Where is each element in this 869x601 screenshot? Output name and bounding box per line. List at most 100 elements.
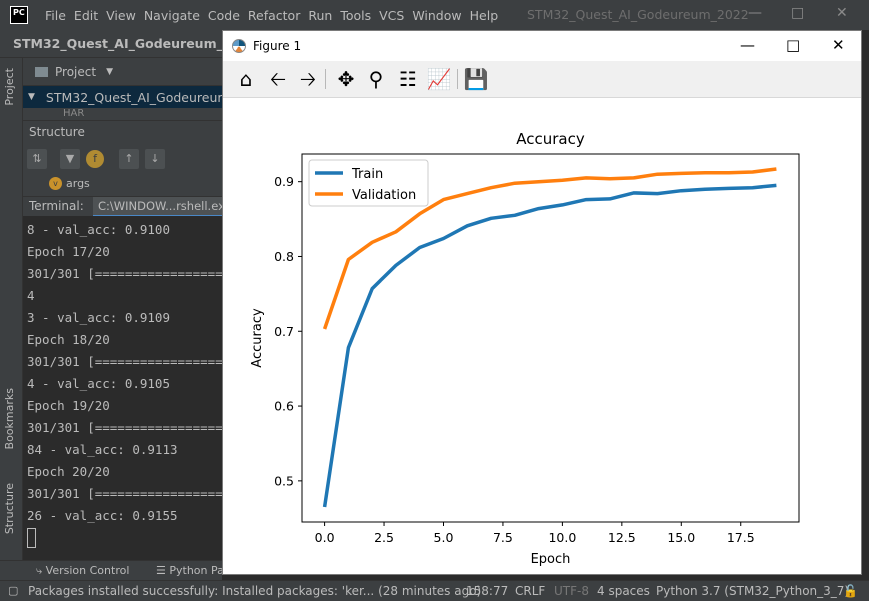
terminal-line: Epoch 20/20: [27, 464, 110, 479]
structure-item-label: args: [66, 177, 90, 190]
terminal-label: Terminal:: [29, 199, 84, 213]
menu-refactor[interactable]: Refactor: [248, 8, 300, 23]
python-packages-label: Python Pa: [169, 564, 224, 577]
figure-title: Figure 1: [253, 39, 302, 53]
home-icon[interactable]: ⌂: [233, 66, 259, 92]
tree-root-label: STM32_Quest_AI_Godeureum_2022: [45, 89, 222, 105]
menu-code[interactable]: Code: [208, 8, 240, 23]
menu-items: File Edit View Navigate Code Refactor Ru…: [45, 8, 506, 23]
filter-icon[interactable]: ▼: [60, 149, 80, 169]
expand-all-icon[interactable]: ↑: [119, 149, 139, 169]
y-tick-label: 0.5: [274, 473, 294, 488]
x-tick-label: 15.0: [667, 530, 695, 545]
structure-tool-tab[interactable]: Structure: [3, 483, 16, 534]
subplots-icon[interactable]: ☷: [395, 66, 421, 92]
terminal-line: Epoch 17/20: [27, 244, 110, 259]
y-tick-label: 0.9: [274, 174, 294, 189]
bottom-tool-bar: ⤷ Version Control ☰ Python Pa: [0, 560, 224, 580]
x-axis-label: Epoch: [531, 552, 571, 567]
chevron-down-icon[interactable]: ▼: [106, 67, 113, 77]
structure-item[interactable]: v args: [49, 177, 90, 190]
toolbar-separator: [325, 69, 326, 89]
menu-vcs[interactable]: VCS: [379, 8, 404, 23]
menu-tools[interactable]: Tools: [340, 8, 371, 23]
terminal-line: 301/301 [==============================: [27, 420, 222, 435]
figure-window: Figure 1 — □ ✕ ⌂ 🡠 🡢 ✥ ⚲ ☷ 📈 💾 Accuracy 0…: [222, 30, 862, 575]
tree-root-item[interactable]: ▼ STM32_Quest_AI_Godeureum_2022: [23, 86, 222, 108]
file-encoding[interactable]: UTF-8: [554, 584, 589, 598]
y-tick-label: 0.6: [274, 399, 294, 414]
status-square-icon[interactable]: ▢: [8, 584, 18, 597]
y-tick-label: 0.7: [274, 324, 294, 339]
menu-file[interactable]: File: [45, 8, 66, 23]
project-name[interactable]: STM32_Quest_AI_Godeureum_2022: [13, 36, 258, 51]
menu-edit[interactable]: Edit: [74, 8, 98, 23]
project-panel: Project ▼ ▼ STM32_Quest_AI_Godeureum_202…: [23, 58, 222, 120]
x-tick-label: 5.0: [434, 530, 454, 545]
tree-expand-icon[interactable]: ▼: [28, 92, 35, 102]
tree-child-item[interactable]: HAR: [23, 108, 222, 120]
legend-label-validation: Validation: [352, 188, 416, 203]
variable-icon: v: [49, 177, 62, 190]
x-tick-label: 0.0: [315, 530, 335, 545]
project-navbar: STM32_Quest_AI_Godeureum_2022: [0, 30, 258, 58]
x-tick-label: 7.5: [493, 530, 513, 545]
show-fields-icon[interactable]: f: [86, 150, 104, 168]
structure-title: Structure: [29, 125, 85, 139]
ide-window-title: STM32_Quest_AI_Godeureum_2022: [527, 7, 749, 22]
project-panel-header[interactable]: Project ▼: [23, 58, 222, 86]
figure-maximize-icon[interactable]: □: [786, 36, 800, 54]
menu-view[interactable]: View: [106, 8, 136, 23]
status-message[interactable]: Packages installed successfully: Install…: [28, 584, 481, 598]
terminal-session-tab[interactable]: C:\WINDOW...rshell.exe: [93, 197, 228, 217]
line-separator[interactable]: CRLF: [515, 584, 545, 598]
bookmarks-tool-tab[interactable]: Bookmarks: [3, 388, 16, 449]
axes-edit-icon[interactable]: 📈: [426, 66, 452, 92]
x-tick-label: 2.5: [374, 530, 394, 545]
project-folder-icon: [35, 66, 48, 77]
terminal-line: 4: [27, 288, 35, 303]
lock-icon[interactable]: 🔓: [843, 584, 858, 598]
forward-icon[interactable]: 🡢: [295, 66, 321, 92]
menu-bar: PC File Edit View Navigate Code Refactor…: [0, 0, 869, 30]
python-packages-tab[interactable]: ☰ Python Pa: [156, 564, 224, 577]
zoom-icon[interactable]: ⚲: [363, 66, 389, 92]
figure-titlebar: Figure 1 — □ ✕: [223, 31, 861, 61]
terminal-output[interactable]: 8 - val_acc: 0.9100 Epoch 17/20 301/301 …: [23, 216, 222, 554]
caret-position[interactable]: 158:77: [466, 584, 508, 598]
accuracy-chart: Accuracy 0.0 2.5 5.0 7.5 10.0 12.5 15.0 17.5 0.5 0…: [250, 130, 800, 567]
terminal-line: Epoch 19/20: [27, 398, 110, 413]
ide-minimize-icon[interactable]: —: [748, 5, 762, 21]
menu-navigate[interactable]: Navigate: [144, 8, 200, 23]
figure-canvas[interactable]: Accuracy 0.0 2.5 5.0 7.5 10.0 12.5 15.0 17.5 0.5 0…: [223, 98, 861, 574]
ide-maximize-icon[interactable]: □: [791, 5, 804, 21]
left-tool-stripe: Project Bookmarks Structure: [0, 58, 23, 578]
project-tool-tab[interactable]: Project: [3, 68, 16, 106]
figure-minimize-icon[interactable]: —: [740, 36, 755, 54]
terminal-line: 8 - val_acc: 0.9100: [27, 222, 170, 237]
figure-close-icon[interactable]: ✕: [832, 36, 845, 54]
python-interpreter[interactable]: Python 3.7 (STM32_Python_3_7): [656, 584, 849, 598]
save-icon[interactable]: 💾: [463, 66, 489, 92]
terminal-line: Epoch 18/20: [27, 332, 110, 347]
pan-icon[interactable]: ✥: [333, 66, 359, 92]
sort-alpha-icon[interactable]: ⇅: [27, 149, 47, 169]
menu-run[interactable]: Run: [308, 8, 332, 23]
terminal-line: 4 - val_acc: 0.9105: [27, 376, 170, 391]
back-icon[interactable]: 🡠: [265, 66, 291, 92]
x-tick-label: 12.5: [608, 530, 636, 545]
terminal-line: 26 - val_acc: 0.9155: [27, 508, 178, 523]
ide-close-icon[interactable]: ✕: [836, 5, 848, 21]
terminal-tab-bar: Terminal: C:\WINDOW...rshell.exe: [23, 196, 228, 217]
x-tick-label: 17.5: [727, 530, 755, 545]
menu-window[interactable]: Window: [412, 8, 461, 23]
version-control-label: Version Control: [45, 564, 130, 577]
menu-help[interactable]: Help: [470, 8, 499, 23]
legend-label-train: Train: [351, 167, 383, 182]
version-control-tab[interactable]: ⤷ Version Control: [36, 564, 129, 578]
collapse-all-icon[interactable]: ↓: [145, 149, 165, 169]
layers-icon: ☰: [156, 564, 166, 577]
indent-setting[interactable]: 4 spaces: [597, 584, 650, 598]
toolbar-separator: [457, 69, 458, 89]
plot-frame: [301, 153, 800, 523]
